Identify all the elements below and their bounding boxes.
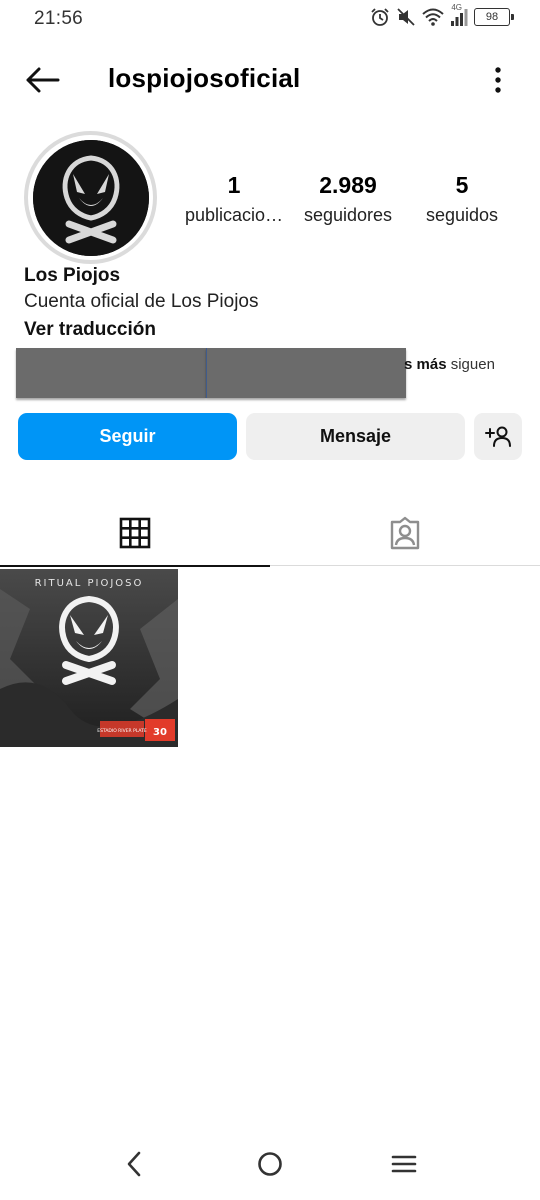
bio-text: Cuenta oficial de Los Piojos: [24, 291, 259, 312]
suggest-people-button[interactable]: [474, 413, 522, 460]
battery-icon: 98: [474, 8, 514, 26]
stat-followers[interactable]: 2.989 seguidores: [296, 170, 400, 230]
band-logo-icon: [32, 139, 149, 256]
profile-tabs: [0, 500, 540, 567]
nav-home-button[interactable]: [250, 1144, 290, 1184]
mute-icon: [397, 8, 415, 26]
alarm-icon: [371, 8, 389, 26]
status-icons: 98: [370, 7, 514, 27]
following-count: 5: [455, 172, 469, 198]
nav-home-icon: [258, 1152, 282, 1176]
nav-back-icon: [127, 1151, 141, 1177]
status-time: 21:56: [34, 8, 84, 29]
stat-posts[interactable]: 1 publicacio…: [178, 170, 290, 230]
profile-bio: Los Piojos Cuenta oficial de Los Piojos …: [24, 263, 514, 345]
avatar-ring[interactable]: [24, 131, 157, 264]
vertical-dots-icon: [495, 67, 501, 93]
more-options-button[interactable]: [486, 64, 510, 96]
redacted-block: [16, 348, 206, 398]
tab-tagged[interactable]: [270, 500, 540, 566]
posts-count: 1: [227, 172, 241, 198]
system-nav-bar: [0, 1130, 540, 1200]
post-image: RITUAL PIOJOSO 30 ESTADIO RIVER PLATE: [0, 569, 178, 747]
avatar: [32, 139, 149, 256]
redacted-block: [206, 348, 406, 398]
message-button[interactable]: Mensaje: [246, 413, 465, 460]
follow-button[interactable]: Seguir: [18, 413, 237, 460]
following-label: seguidos: [425, 205, 499, 225]
add-person-icon: [485, 426, 511, 447]
translate-link[interactable]: Ver traducción: [24, 315, 514, 345]
post-thumbnail[interactable]: RITUAL PIOJOSO 30 ESTADIO RIVER PLATE: [0, 569, 178, 747]
followers-label: seguidores: [303, 205, 393, 225]
followed-by-bold: s más: [404, 356, 447, 373]
profile-header-bar: lospiojosoficial: [0, 50, 540, 110]
post-title: RITUAL PIOJOSO: [35, 578, 144, 589]
stat-following[interactable]: 5 seguidos: [416, 170, 508, 230]
tagged-person-icon: [390, 516, 420, 550]
post-venue: ESTADIO RIVER PLATE: [97, 728, 147, 734]
followers-count: 2.989: [319, 172, 377, 198]
followed-by-rest: siguen: [446, 356, 495, 373]
profile-name: Los Piojos: [24, 265, 121, 286]
nav-back-button[interactable]: [114, 1144, 154, 1184]
wifi-icon: [422, 8, 444, 26]
back-button[interactable]: [22, 62, 62, 98]
post-badge: 30: [153, 727, 167, 738]
nav-menu-icon: [391, 1155, 417, 1173]
tab-grid[interactable]: [0, 500, 270, 567]
profile-username: lospiojosoficial: [108, 63, 301, 93]
followed-by[interactable]: s más siguen: [16, 348, 516, 400]
posts-label: publicacio…: [184, 205, 284, 225]
followed-by-text: s más siguen: [404, 356, 495, 373]
grid-icon: [119, 517, 151, 549]
profile-actions: Seguir Mensaje: [18, 413, 522, 461]
nav-menu-button[interactable]: [384, 1144, 424, 1184]
battery-level: 98: [485, 11, 499, 23]
profile-stats: 1 publicacio… 2.989 seguidores 5 seguido…: [176, 170, 516, 240]
arrow-left-icon: [26, 67, 60, 93]
status-bar: 21:56 4G 98: [0, 0, 540, 38]
signal-icon: [451, 9, 468, 26]
